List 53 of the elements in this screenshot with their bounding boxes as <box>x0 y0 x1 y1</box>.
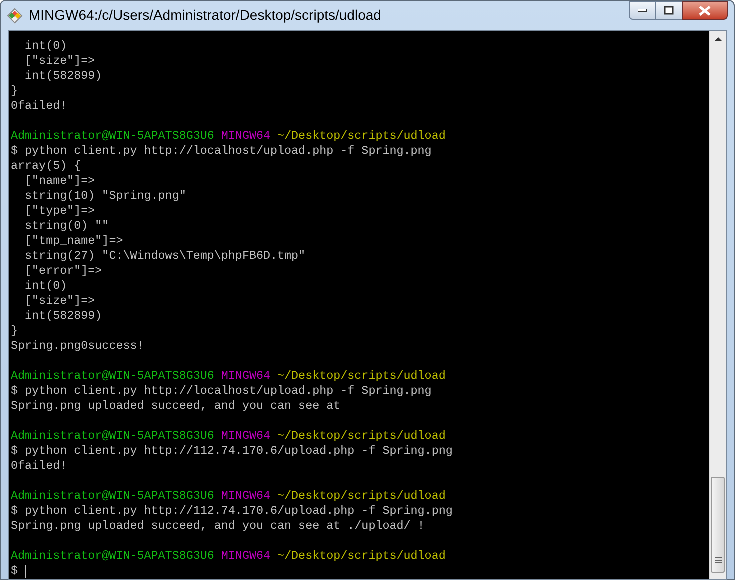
grip-icon <box>714 557 722 564</box>
minimize-icon <box>638 9 647 12</box>
scroll-thumb[interactable] <box>711 477 725 573</box>
output-line: string(27) "C:\Windows\Temp\phpFB6D.tmp" <box>24 249 306 263</box>
scrollbar[interactable] <box>709 31 726 579</box>
minimize-button[interactable] <box>629 1 656 20</box>
output-line: int(0) <box>24 279 68 293</box>
output-line: 0failed! <box>11 459 68 473</box>
close-icon <box>699 6 711 16</box>
output-line: ["size"]=> <box>24 294 96 308</box>
output-line: int(0) <box>24 39 68 53</box>
output-line: string(0) "" <box>24 219 110 233</box>
output-line: ["tmp_name"]=> <box>24 234 124 248</box>
output-line: ["name"]=> <box>24 174 96 188</box>
prompt-path: ~/Desktop/scripts/udload <box>278 489 446 503</box>
prompt-system: MINGW64 <box>221 129 271 143</box>
output-line: Spring.png0success! <box>11 339 144 353</box>
output-line: string(10) "Spring.png" <box>24 189 186 203</box>
output-line: ["error"]=> <box>24 264 102 278</box>
output-line: array(5) { <box>11 159 82 173</box>
prompt-path: ~/Desktop/scripts/udload <box>278 549 446 563</box>
prompt-user: Administrator@WIN-5APATS8G3U6 <box>11 369 214 383</box>
prompt-path: ~/Desktop/scripts/udload <box>278 129 446 143</box>
output-line: $ python client.py http://localhost/upload.php -f Spring.png <box>11 144 432 158</box>
output-line: 0failed! <box>11 99 68 113</box>
output-line: } <box>11 324 18 338</box>
shell-prompt: $ <box>11 564 18 579</box>
prompt-user: Administrator@WIN-5APATS8G3U6 <box>11 129 214 143</box>
prompt-path: ~/Desktop/scripts/udload <box>278 429 446 443</box>
output-line: int(582899) <box>24 309 102 323</box>
prompt-user: Administrator@WIN-5APATS8G3U6 <box>11 429 214 443</box>
prompt-user: Administrator@WIN-5APATS8G3U6 <box>11 549 214 563</box>
app-icon <box>7 8 23 24</box>
output-line: $ python client.py http://112.74.170.6/upload.php -f Spring.png <box>11 504 453 518</box>
window-title: MINGW64:/c/Users/Administrator/Desktop/scripts/udload <box>29 6 382 25</box>
maximize-icon <box>664 6 674 15</box>
output-line: } <box>11 84 18 98</box>
prompt-system: MINGW64 <box>221 369 271 383</box>
text-cursor <box>25 565 26 578</box>
output-line: $ python client.py http://112.74.170.6/upload.php -f Spring.png <box>11 444 453 458</box>
prompt-user: Administrator@WIN-5APATS8G3U6 <box>11 489 214 503</box>
maximize-button[interactable] <box>656 1 682 20</box>
output-line: Spring.png uploaded succeed, and you can see at ./upload/ ! <box>11 519 425 533</box>
output-line: ["size"]=> <box>24 54 96 68</box>
output-line: int(582899) <box>24 69 102 83</box>
output-line: Spring.png uploaded succeed, and you can see at <box>11 399 341 413</box>
prompt-path: ~/Desktop/scripts/udload <box>278 369 446 383</box>
prompt-system: MINGW64 <box>221 429 271 443</box>
close-button[interactable] <box>682 1 728 20</box>
output-line: ["type"]=> <box>24 204 96 218</box>
output-line: $ python client.py http://localhost/upload.php -f Spring.png <box>11 384 432 398</box>
prompt-system: MINGW64 <box>221 489 271 503</box>
prompt-system: MINGW64 <box>221 549 271 563</box>
